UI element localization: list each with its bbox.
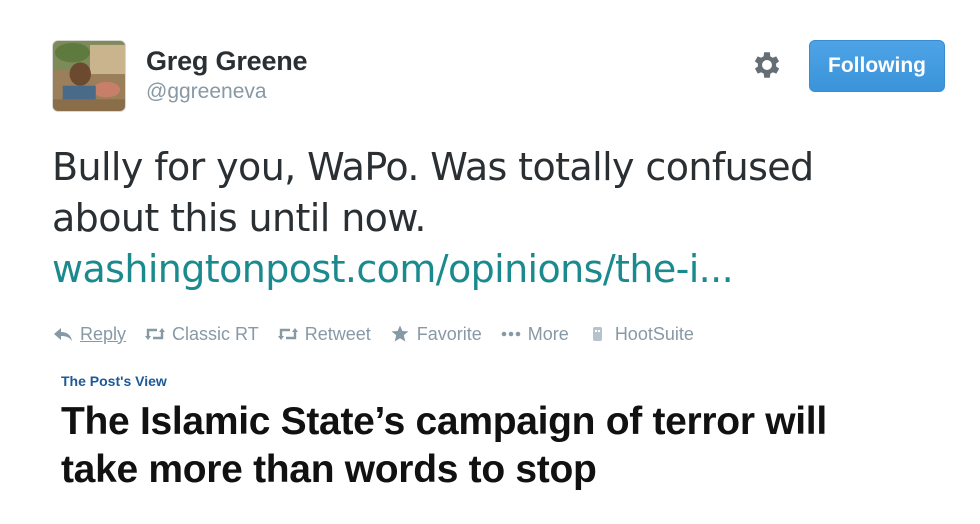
hootsuite-icon xyxy=(587,325,609,343)
gear-icon[interactable] xyxy=(750,48,784,82)
tweet: Greg Greene @ggreeneva Following Bully f… xyxy=(0,0,980,524)
tweet-text-line: about this until now. xyxy=(52,196,426,240)
favorite-button[interactable]: Favorite xyxy=(389,324,482,345)
retweet-label: Retweet xyxy=(304,323,371,344)
hootsuite-label: HootSuite xyxy=(614,323,694,344)
card-headline-line: The Islamic State’s campaign of terror w… xyxy=(61,400,827,443)
user-handle[interactable]: @ggreeneva xyxy=(146,79,307,105)
avatar[interactable] xyxy=(52,40,126,112)
reply-icon xyxy=(52,325,74,343)
tweet-text-line: Bully for you, WaPo. Was totally confuse… xyxy=(52,145,814,189)
more-dots-icon xyxy=(500,325,522,343)
more-button[interactable]: More xyxy=(500,324,569,345)
card-headline[interactable]: The Islamic State’s campaign of terror w… xyxy=(61,398,961,494)
tweet-link[interactable]: washingtonpost.com/opinions/the-i... xyxy=(52,244,952,295)
retweet-icon xyxy=(277,325,299,343)
star-icon xyxy=(389,325,411,343)
user-info: Greg Greene @ggreeneva xyxy=(146,46,308,105)
card-kicker: The Post's View xyxy=(61,373,167,389)
user-full-name[interactable]: Greg Greene xyxy=(146,46,308,77)
reply-label: Reply xyxy=(80,323,127,344)
classic-rt-label: Classic RT xyxy=(172,323,259,344)
hootsuite-button[interactable]: HootSuite xyxy=(587,324,694,345)
favorite-label: Favorite xyxy=(416,323,482,344)
retweet-icon xyxy=(144,325,166,343)
reply-button[interactable]: Reply xyxy=(52,324,126,345)
tweet-text: Bully for you, WaPo. Was totally confuse… xyxy=(52,142,952,295)
classic-rt-button[interactable]: Classic RT xyxy=(144,324,259,345)
following-button[interactable]: Following xyxy=(809,40,945,92)
retweet-button[interactable]: Retweet xyxy=(277,324,371,345)
tweet-actions: Reply Classic RT Retweet Favorite More H… xyxy=(52,320,712,348)
more-label: More xyxy=(527,323,569,344)
card-headline-line: take more than words to stop xyxy=(61,448,597,491)
